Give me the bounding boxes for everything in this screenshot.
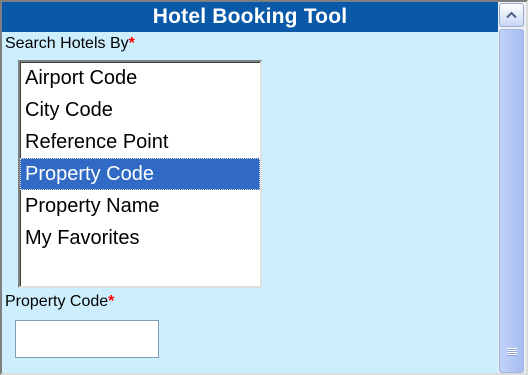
- required-marker: *: [128, 35, 135, 52]
- property-code-input[interactable]: [15, 320, 159, 358]
- arrow-up-icon: [506, 11, 517, 19]
- list-item-property-code[interactable]: Property Code: [20, 158, 260, 190]
- search-hotels-by-label: Search Hotels By*: [5, 35, 135, 53]
- panel-title: Hotel Booking Tool: [2, 2, 498, 32]
- scroll-up-button[interactable]: [499, 3, 524, 27]
- list-item-my-favorites[interactable]: My Favorites: [20, 222, 260, 254]
- hotel-booking-panel: Hotel Booking Tool Search Hotels By* Air…: [0, 0, 528, 375]
- required-marker: *: [108, 293, 115, 310]
- list-item-airport-code[interactable]: Airport Code: [20, 62, 260, 94]
- grip-icon: [507, 348, 517, 356]
- property-code-label: Property Code*: [5, 293, 114, 311]
- list-item-property-name[interactable]: Property Name: [20, 190, 260, 222]
- search-hotels-by-text: Search Hotels By: [5, 35, 129, 52]
- property-code-text: Property Code: [5, 293, 109, 310]
- list-item-reference-point[interactable]: Reference Point: [20, 126, 260, 158]
- panel-content: Hotel Booking Tool Search Hotels By* Air…: [2, 2, 498, 373]
- scrollbar-thumb[interactable]: [499, 29, 524, 373]
- list-item-city-code[interactable]: City Code: [20, 94, 260, 126]
- search-by-listbox[interactable]: Airport Code City Code Reference Point P…: [18, 60, 262, 288]
- vertical-scrollbar[interactable]: [498, 2, 526, 373]
